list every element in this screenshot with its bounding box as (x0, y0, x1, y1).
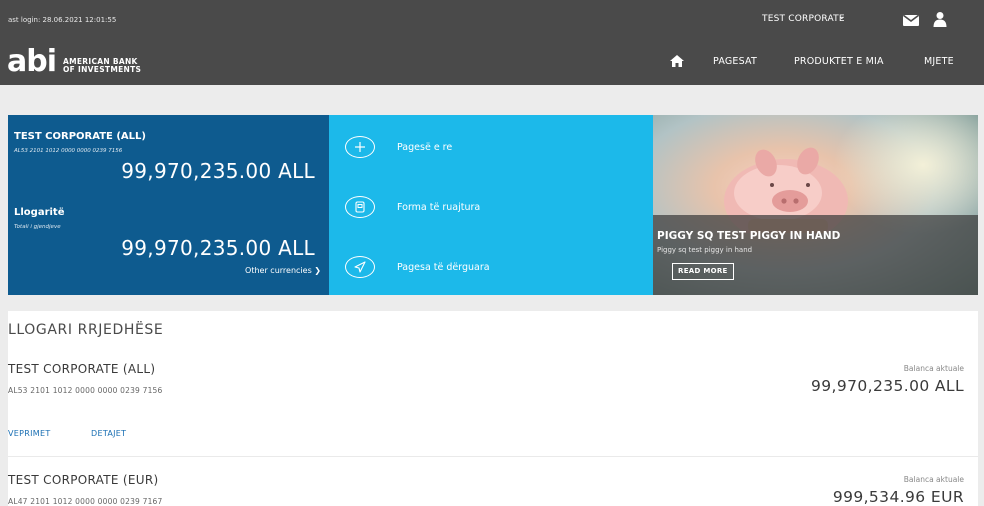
section-title: LLOGARI RRJEDHËSE (8, 322, 164, 338)
quick-action-sent-payments[interactable]: Pagesa të dërguara (345, 255, 490, 279)
send-icon (345, 256, 375, 278)
account-summary-panel[interactable]: TEST CORPORATE (ALL) AL53 2101 1012 0000… (8, 115, 329, 295)
other-currencies-label: Other currencies (245, 266, 312, 275)
quick-action-new-payment[interactable]: Pagesë e re (345, 135, 452, 159)
quick-action-label: Forma të ruajtura (397, 201, 481, 213)
promo-banner[interactable]: PIGGY SQ TEST PIGGY IN HAND Piggy sq tes… (653, 115, 978, 295)
saved-form-icon (345, 196, 375, 218)
row-divider (8, 456, 978, 457)
account-amount: 99,970,235.00 ALL (121, 159, 315, 183)
account-title: TEST CORPORATE (ALL) (14, 131, 146, 142)
promo-subtitle: Piggy sq test piggy in hand (657, 246, 753, 254)
nav-mjete[interactable]: MJETE (924, 56, 954, 67)
mail-icon[interactable] (903, 15, 919, 26)
user-icon[interactable] (933, 11, 947, 27)
last-login-text: ast login: 28.06.2021 12:01:55 (8, 16, 117, 24)
plus-circle-icon (345, 136, 375, 158)
current-accounts-inner: LLOGARI RRJEDHËSE TEST CORPORATE (ALL) A… (8, 311, 978, 506)
account-row-iban: AL47 2101 1012 0000 0000 0239 7167 (8, 497, 163, 506)
balance-label: Balanca aktuale (903, 475, 964, 484)
account-iban: AL53 2101 1012 0000 0000 0239 7156 (14, 148, 123, 154)
veprimet-link[interactable]: VEPRIMET (8, 429, 51, 438)
nav-pagesat[interactable]: PAGESAT (713, 56, 757, 67)
account-row-name[interactable]: TEST CORPORATE (EUR) (8, 473, 158, 487)
spacer-strip (0, 85, 984, 115)
balance-label: Balanca aktuale (903, 364, 964, 373)
promo-overlay (653, 215, 978, 295)
detajet-link[interactable]: DETAJET (91, 429, 126, 438)
top-bar: ast login: 28.06.2021 12:01:55 TEST CORP… (0, 0, 984, 85)
promo-title: PIGGY SQ TEST PIGGY IN HAND (657, 230, 841, 242)
home-icon[interactable] (670, 55, 684, 67)
quick-action-saved-forms[interactable]: Forma të ruajtura (345, 195, 480, 219)
user-menu-button[interactable]: TEST CORPORATE (762, 14, 845, 24)
accounts-title: Llogaritë (14, 207, 65, 218)
accounts-total-note: Totali i gjendjeve (14, 224, 61, 230)
chevron-down-icon[interactable]: ⌄ (838, 12, 846, 22)
read-more-button[interactable]: READ MORE (672, 263, 734, 280)
other-currencies-link[interactable]: Other currencies ❯ (245, 266, 321, 275)
account-row-name[interactable]: TEST CORPORATE (ALL) (8, 362, 155, 376)
chevron-down-icon: ❯ (314, 266, 321, 275)
account-row-balance: 999,534.96 EUR (832, 488, 964, 506)
nav-produktet-e-mia[interactable]: PRODUKTET E MIA (794, 56, 884, 67)
logo-line-2: OF INVESTMENTS (63, 65, 142, 74)
logo-text: AMERICAN BANK OF INVESTMENTS (63, 58, 141, 74)
accounts-total-amount: 99,970,235.00 ALL (121, 236, 315, 260)
logo[interactable]: abi (7, 47, 57, 77)
account-row-balance: 99,970,235.00 ALL (811, 377, 964, 395)
quick-actions-panel: Pagesë e re Forma të ruajtura Pagesa të … (329, 115, 653, 295)
account-row-iban: AL53 2101 1012 0000 0000 0239 7156 (8, 386, 163, 395)
current-accounts-card: LLOGARI RRJEDHËSE TEST CORPORATE (ALL) A… (8, 311, 978, 506)
quick-action-label: Pagesë e re (397, 141, 453, 153)
quick-action-label: Pagesa të dërguara (397, 261, 490, 273)
